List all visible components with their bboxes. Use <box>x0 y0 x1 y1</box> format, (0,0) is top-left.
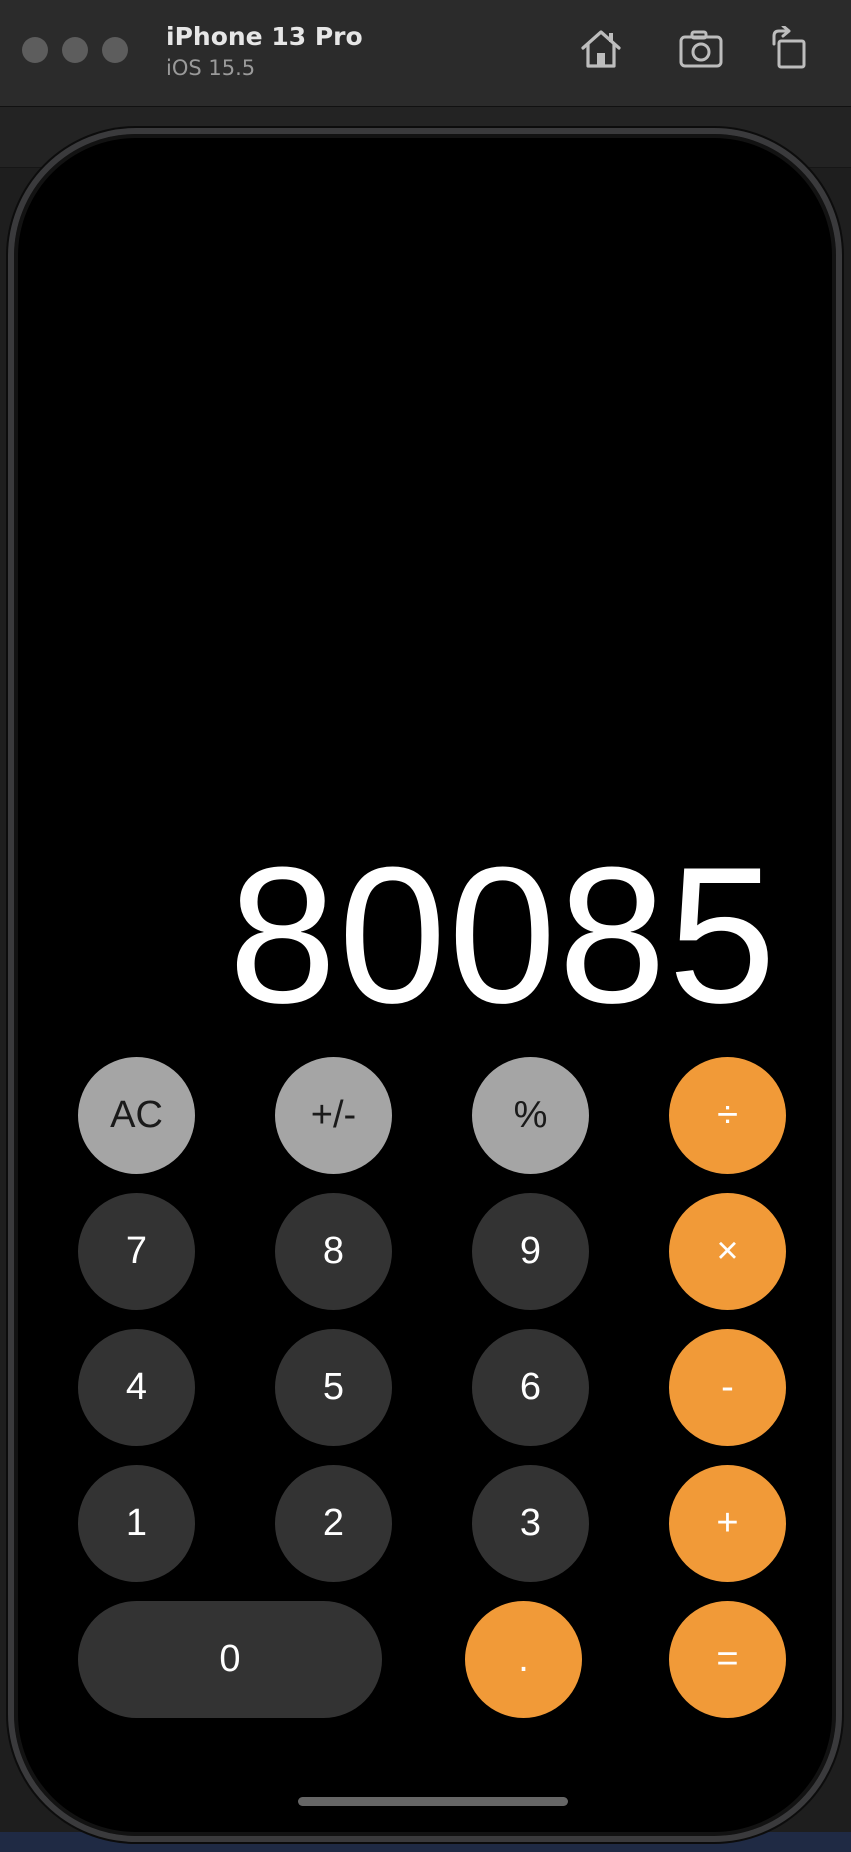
key-3[interactable]: 3 <box>472 1465 589 1582</box>
key-7[interactable]: 7 <box>78 1193 195 1310</box>
minimize-window-button[interactable] <box>62 37 88 63</box>
calculator-display: 80085 <box>228 827 778 1044</box>
simulator-toolbar: iPhone 13 Pro iOS 15.5 <box>0 0 851 107</box>
rotate-icon[interactable] <box>768 24 814 72</box>
key-multiply[interactable]: × <box>669 1193 786 1310</box>
key-1[interactable]: 1 <box>78 1465 195 1582</box>
key-percent[interactable]: % <box>472 1057 589 1174</box>
key-subtract[interactable]: - <box>669 1329 786 1446</box>
key-add[interactable]: + <box>669 1465 786 1582</box>
key-6[interactable]: 6 <box>472 1329 589 1446</box>
key-divide[interactable]: ÷ <box>669 1057 786 1174</box>
key-plus-minus[interactable]: +/- <box>275 1057 392 1174</box>
home-icon[interactable] <box>578 26 624 72</box>
key-decimal[interactable]: . <box>465 1601 582 1718</box>
close-window-button[interactable] <box>22 37 48 63</box>
iphone-device-frame: 80085 AC +/- % ÷ 7 8 9 × 4 5 6 - 1 2 3 +… <box>8 128 842 1842</box>
key-5[interactable]: 5 <box>275 1329 392 1446</box>
camera-icon[interactable] <box>678 26 724 72</box>
key-0[interactable]: 0 <box>78 1601 382 1718</box>
key-2[interactable]: 2 <box>275 1465 392 1582</box>
os-version: iOS 15.5 <box>166 56 256 80</box>
key-8[interactable]: 8 <box>275 1193 392 1310</box>
device-name: iPhone 13 Pro <box>166 22 363 51</box>
key-4[interactable]: 4 <box>78 1329 195 1446</box>
home-indicator[interactable] <box>298 1797 568 1806</box>
key-equals[interactable]: = <box>669 1601 786 1718</box>
zoom-window-button[interactable] <box>102 37 128 63</box>
key-9[interactable]: 9 <box>472 1193 589 1310</box>
key-all-clear[interactable]: AC <box>78 1057 195 1174</box>
